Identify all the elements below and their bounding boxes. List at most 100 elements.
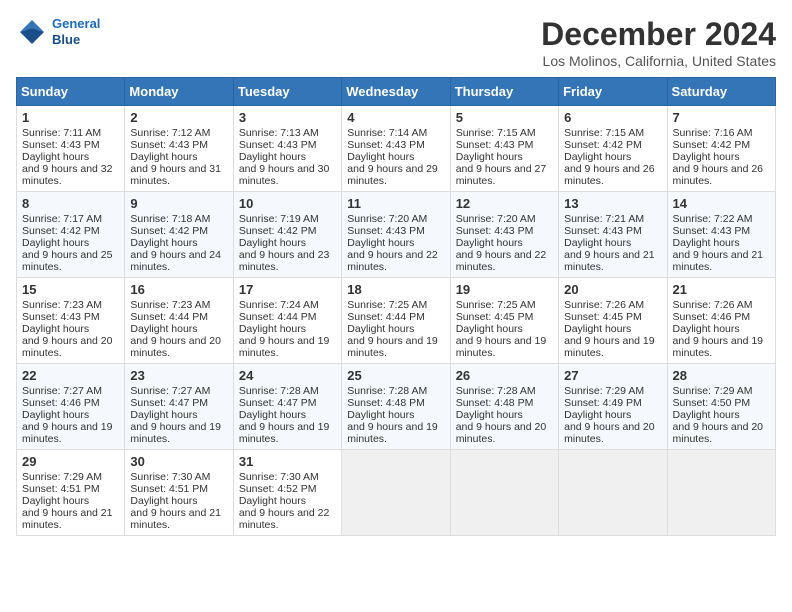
- daylight-label: Daylight hours: [22, 151, 89, 163]
- daylight-duration: and 9 hours and 20 minutes.: [564, 421, 655, 445]
- day-number: 31: [239, 454, 336, 469]
- daylight-label: Daylight hours: [239, 237, 306, 249]
- daylight-duration: and 9 hours and 19 minutes.: [564, 335, 655, 359]
- day-number: 15: [22, 282, 119, 297]
- sunset-info: Sunset: 4:47 PM: [239, 397, 317, 409]
- calendar-week-3: 15Sunrise: 7:23 AMSunset: 4:43 PMDayligh…: [17, 278, 776, 364]
- column-header-thursday: Thursday: [450, 78, 558, 106]
- daylight-duration: and 9 hours and 21 minutes.: [130, 507, 221, 531]
- calendar-week-1: 1Sunrise: 7:11 AMSunset: 4:43 PMDaylight…: [17, 106, 776, 192]
- sunrise-info: Sunrise: 7:26 AM: [673, 299, 753, 311]
- sunset-info: Sunset: 4:42 PM: [130, 225, 208, 237]
- sunrise-info: Sunrise: 7:27 AM: [130, 385, 210, 397]
- sunset-info: Sunset: 4:42 PM: [673, 139, 751, 151]
- day-number: 4: [347, 110, 444, 125]
- calendar-cell: 26Sunrise: 7:28 AMSunset: 4:48 PMDayligh…: [450, 364, 558, 450]
- sunrise-info: Sunrise: 7:20 AM: [347, 213, 427, 225]
- daylight-label: Daylight hours: [673, 409, 740, 421]
- sunrise-info: Sunrise: 7:25 AM: [456, 299, 536, 311]
- calendar-cell: 9Sunrise: 7:18 AMSunset: 4:42 PMDaylight…: [125, 192, 233, 278]
- sunrise-info: Sunrise: 7:20 AM: [456, 213, 536, 225]
- day-number: 22: [22, 368, 119, 383]
- calendar-cell: 17Sunrise: 7:24 AMSunset: 4:44 PMDayligh…: [233, 278, 341, 364]
- column-header-friday: Friday: [559, 78, 667, 106]
- calendar-cell: 24Sunrise: 7:28 AMSunset: 4:47 PMDayligh…: [233, 364, 341, 450]
- daylight-duration: and 9 hours and 22 minutes.: [347, 249, 438, 273]
- day-number: 2: [130, 110, 227, 125]
- day-number: 20: [564, 282, 661, 297]
- calendar-cell: 18Sunrise: 7:25 AMSunset: 4:44 PMDayligh…: [342, 278, 450, 364]
- calendar-cell: 28Sunrise: 7:29 AMSunset: 4:50 PMDayligh…: [667, 364, 775, 450]
- sunrise-info: Sunrise: 7:25 AM: [347, 299, 427, 311]
- sunrise-info: Sunrise: 7:22 AM: [673, 213, 753, 225]
- calendar-cell: 6Sunrise: 7:15 AMSunset: 4:42 PMDaylight…: [559, 106, 667, 192]
- calendar-cell: 23Sunrise: 7:27 AMSunset: 4:47 PMDayligh…: [125, 364, 233, 450]
- calendar-cell: 16 Sunrise: 7:23 AMSunset: 4:44 PMDayligh…: [125, 278, 233, 364]
- calendar-cell: 8Sunrise: 7:17 AMSunset: 4:42 PMDaylight…: [17, 192, 125, 278]
- sunset-info: Sunset: 4:43 PM: [22, 139, 100, 151]
- sunset-info: Sunset: 4:52 PM: [239, 483, 317, 495]
- day-number: 17: [239, 282, 336, 297]
- sunrise-info: Sunrise: 7:16 AM: [673, 127, 753, 139]
- daylight-duration: and 9 hours and 22 minutes.: [239, 507, 330, 531]
- sunrise-info: Sunrise: 7:29 AM: [22, 471, 102, 483]
- day-number: 13: [564, 196, 661, 211]
- sunset-info: Sunset: 4:49 PM: [564, 397, 642, 409]
- column-header-sunday: Sunday: [17, 78, 125, 106]
- daylight-label: Daylight hours: [347, 409, 414, 421]
- daylight-duration: and 9 hours and 19 minutes.: [130, 421, 221, 445]
- calendar-cell: 4 Sunrise: 7:14 AMSunset: 4:43 PMDaylight…: [342, 106, 450, 192]
- calendar-cell: 10Sunrise: 7:19 AMSunset: 4:42 PMDayligh…: [233, 192, 341, 278]
- sunset-info: Sunset: 4:43 PM: [347, 139, 425, 151]
- title-block: December 2024 Los Molinos, California, U…: [541, 16, 776, 69]
- daylight-duration: and 9 hours and 30 minutes.: [239, 163, 330, 187]
- sunset-info: Sunset: 4:42 PM: [564, 139, 642, 151]
- calendar-week-2: 8Sunrise: 7:17 AMSunset: 4:42 PMDaylight…: [17, 192, 776, 278]
- calendar-cell: 25Sunrise: 7:28 AMSunset: 4:48 PMDayligh…: [342, 364, 450, 450]
- calendar-cell: 11Sunrise: 7:20 AMSunset: 4:43 PMDayligh…: [342, 192, 450, 278]
- calendar-cell: 5Sunrise: 7:15 AMSunset: 4:43 PMDaylight…: [450, 106, 558, 192]
- day-number: 7: [673, 110, 770, 125]
- daylight-duration: and 9 hours and 19 minutes.: [673, 335, 764, 359]
- sunset-info: Sunset: 4:44 PM: [130, 311, 208, 323]
- daylight-duration: and 9 hours and 24 minutes.: [130, 249, 221, 273]
- calendar-cell: [667, 450, 775, 536]
- column-header-saturday: Saturday: [667, 78, 775, 106]
- sunrise-info: Sunrise: 7:14 AM: [347, 127, 427, 139]
- daylight-duration: and 9 hours and 19 minutes.: [456, 335, 547, 359]
- calendar-body: 1Sunrise: 7:11 AMSunset: 4:43 PMDaylight…: [17, 106, 776, 536]
- day-number: 27: [564, 368, 661, 383]
- calendar-cell: 19Sunrise: 7:25 AMSunset: 4:45 PMDayligh…: [450, 278, 558, 364]
- sunset-info: Sunset: 4:44 PM: [347, 311, 425, 323]
- sunset-info: Sunset: 4:48 PM: [456, 397, 534, 409]
- calendar-cell: 27Sunrise: 7:29 AMSunset: 4:49 PMDayligh…: [559, 364, 667, 450]
- sunset-info: Sunset: 4:47 PM: [130, 397, 208, 409]
- calendar-cell: 20Sunrise: 7:26 AMSunset: 4:45 PMDayligh…: [559, 278, 667, 364]
- column-header-monday: Monday: [125, 78, 233, 106]
- calendar-cell: 2Sunrise: 7:12 AMSunset: 4:43 PMDaylight…: [125, 106, 233, 192]
- calendar-cell: [342, 450, 450, 536]
- daylight-label: Daylight hours: [130, 323, 197, 335]
- calendar-cell: 22Sunrise: 7:27 AMSunset: 4:46 PMDayligh…: [17, 364, 125, 450]
- daylight-label: Daylight hours: [456, 237, 523, 249]
- column-header-wednesday: Wednesday: [342, 78, 450, 106]
- sunrise-info: Sunrise: 7:23 AM: [130, 299, 210, 311]
- day-number: 11: [347, 196, 444, 211]
- sunrise-info: Sunrise: 7:30 AM: [130, 471, 210, 483]
- daylight-duration: and 9 hours and 20 minutes.: [130, 335, 221, 359]
- daylight-duration: and 9 hours and 31 minutes.: [130, 163, 221, 187]
- daylight-label: Daylight hours: [239, 495, 306, 507]
- daylight-duration: and 9 hours and 21 minutes.: [22, 507, 113, 531]
- sunset-info: Sunset: 4:43 PM: [347, 225, 425, 237]
- day-number: 12: [456, 196, 553, 211]
- daylight-label: Daylight hours: [347, 151, 414, 163]
- sunset-info: Sunset: 4:43 PM: [673, 225, 751, 237]
- day-number: 16: [130, 282, 227, 297]
- day-number: 1: [22, 110, 119, 125]
- calendar-table: SundayMondayTuesdayWednesdayThursdayFrid…: [16, 77, 776, 536]
- calendar-cell: 15Sunrise: 7:23 AMSunset: 4:43 PMDayligh…: [17, 278, 125, 364]
- location-title: Los Molinos, California, United States: [541, 53, 776, 69]
- sunrise-info: Sunrise: 7:26 AM: [564, 299, 644, 311]
- daylight-label: Daylight hours: [130, 237, 197, 249]
- sunset-info: Sunset: 4:43 PM: [239, 139, 317, 151]
